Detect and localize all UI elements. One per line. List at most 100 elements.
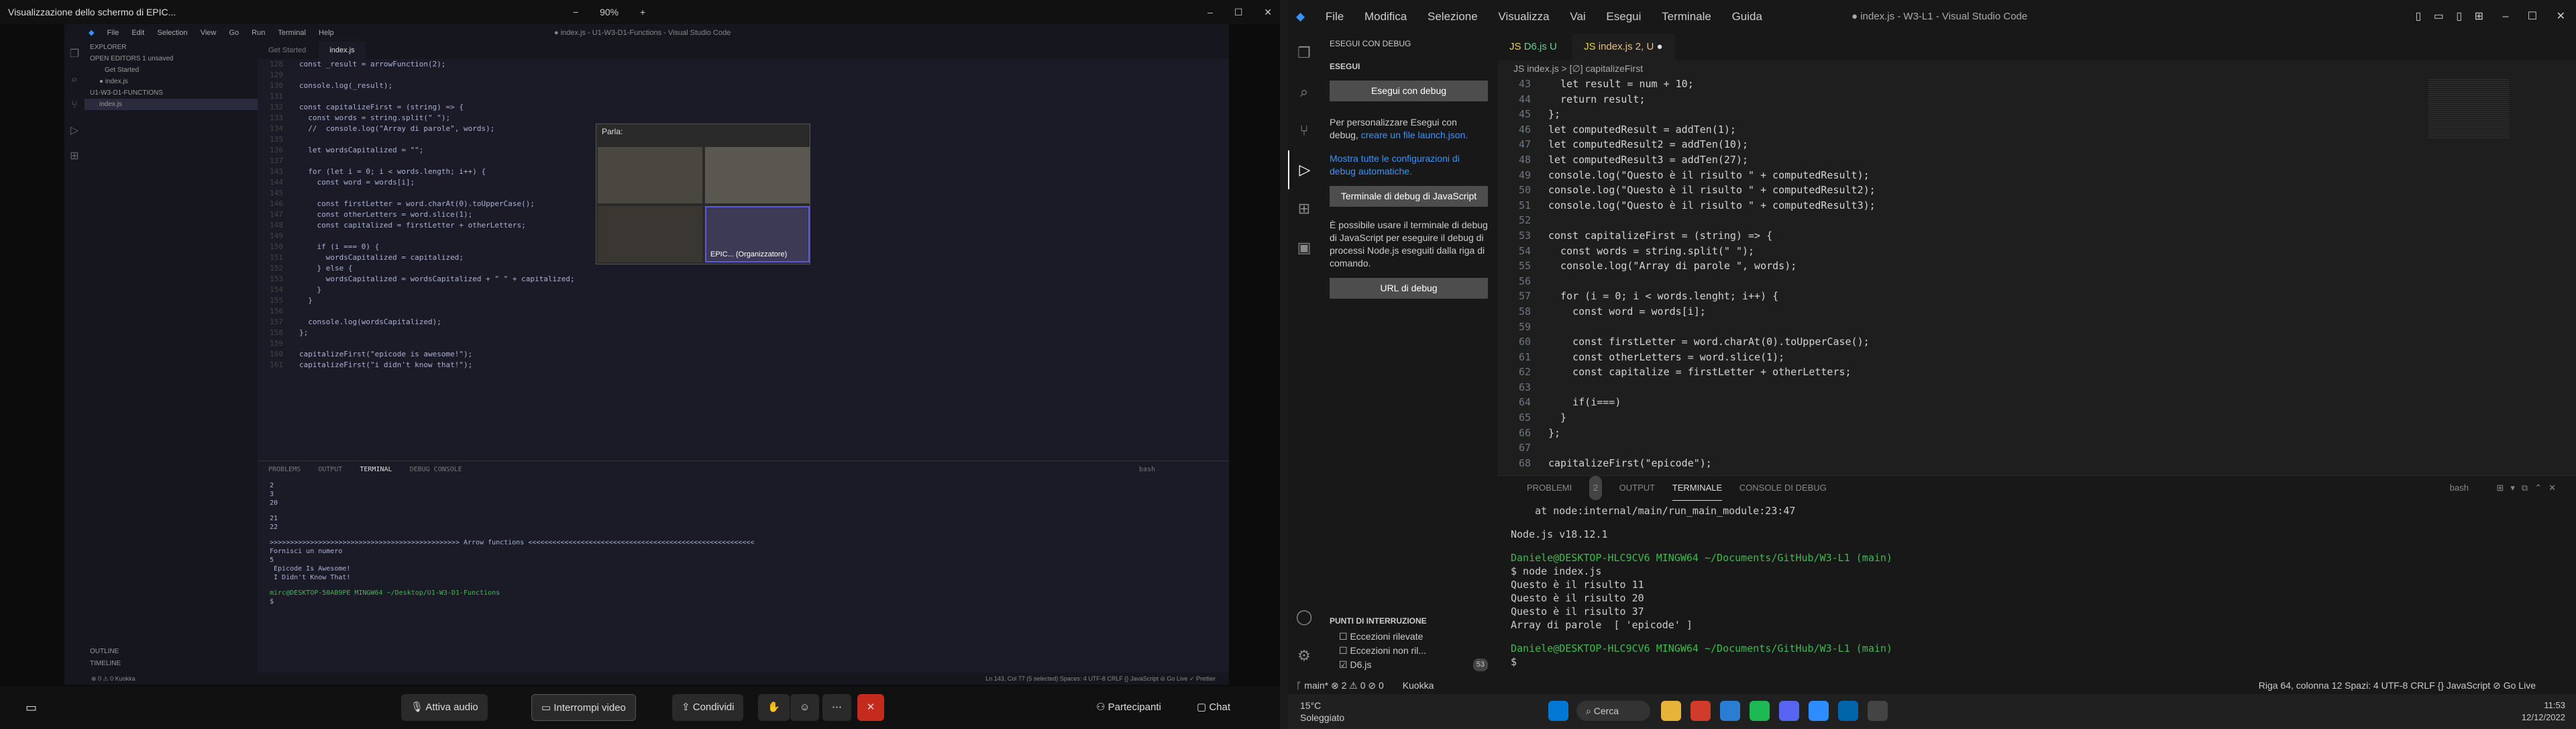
file-index[interactable]: index.js	[85, 99, 258, 110]
code-line[interactable]: 157 console.log(wordsCapitalized);	[258, 317, 1229, 328]
code-line[interactable]: 156	[258, 306, 1229, 317]
code-line[interactable]: 53 const capitalizeFirst = (string) => {	[1497, 228, 2423, 244]
code-line[interactable]: 66};	[1497, 426, 2423, 441]
vscode-icon[interactable]	[1838, 701, 1858, 721]
account-icon[interactable]: ◯	[1288, 597, 1320, 636]
breakpoints-header[interactable]: PUNTI DI INTERRUZIONE	[1320, 612, 1497, 630]
menu-selezione[interactable]: Selezione	[1428, 0, 1478, 34]
tab-index[interactable]: index.js	[319, 42, 366, 59]
code-line[interactable]: 65 }	[1497, 410, 2423, 426]
code-line[interactable]: 158};	[258, 328, 1229, 338]
outline-header[interactable]: OUTLINE	[85, 646, 124, 657]
status-left[interactable]: ⊗ 0 ⚠ 0 Kuokka	[91, 675, 136, 682]
code-line[interactable]: 43 let result = num + 10;	[1497, 77, 2423, 92]
video-button[interactable]: ▭ Interrompi video	[531, 694, 636, 721]
code-line[interactable]: 153 wordsCapitalized = wordsCapitalized …	[258, 274, 1229, 285]
layout-icon[interactable]: ⊞	[2475, 11, 2483, 22]
video-tile[interactable]	[598, 147, 702, 203]
code-line[interactable]: 49 console.log("Questo è il risulto " + c…	[1497, 168, 2423, 183]
menu-help[interactable]: Help	[319, 24, 334, 42]
weather-widget[interactable]: 15°C Soleggiato	[1300, 699, 1360, 724]
status-left[interactable]: ᚴ main* ⊗ 2 ⚠ 0 ⊘ 0	[1296, 680, 1384, 691]
tab-problems[interactable]: PROBLEMS	[268, 461, 301, 479]
code-line[interactable]: 62 const capitalize = firstLetter + othe…	[1497, 364, 2423, 380]
tab-terminal[interactable]: TERMINAL	[360, 461, 392, 479]
code-line[interactable]: 54 const words = string.split(" ");	[1497, 244, 2423, 259]
chat-button[interactable]: ▢ Chat	[1187, 694, 1240, 721]
tab-output[interactable]: OUTPUT	[1619, 476, 1655, 500]
source-control-icon[interactable]: ⑂	[1288, 111, 1320, 150]
file-explorer-icon[interactable]	[1661, 701, 1681, 721]
minimap[interactable]	[2423, 70, 2576, 473]
tab-index[interactable]: JS index.js 2, U ●	[1572, 34, 1675, 60]
status-right[interactable]: Ln 143, Col 77 (5 selected) Spaces: 4 UT…	[985, 673, 1216, 685]
more-button[interactable]: ⋯	[822, 694, 851, 721]
run-section-header[interactable]: ESEGUI	[1320, 52, 1497, 75]
menu-terminal[interactable]: Terminal	[278, 24, 306, 42]
zoom-in-button[interactable]: +	[640, 7, 645, 17]
reactions-button[interactable]: ☺	[790, 694, 820, 721]
menu-terminale[interactable]: Terminale	[1662, 0, 1711, 34]
code-line[interactable]: 130 console.log(_result);	[258, 81, 1229, 91]
open-editor-get-started[interactable]: Get Started	[85, 64, 258, 76]
zoom-out-button[interactable]: −	[573, 7, 578, 17]
hangup-button[interactable]: ✕	[857, 694, 884, 721]
show-configs-link[interactable]: Mostra tutte le configurazioni di debug …	[1320, 144, 1497, 181]
menu-visualizza[interactable]: Visualizza	[1498, 0, 1549, 34]
tab-debug-console[interactable]: DEBUG CONSOLE	[410, 461, 462, 479]
extensions-icon[interactable]: ⊞	[1288, 189, 1320, 228]
settings-gear-icon[interactable]: ⚙	[1288, 636, 1320, 675]
run-debug-icon[interactable]: ▷	[64, 118, 85, 144]
run-debug-button[interactable]: Esegui con debug	[1330, 81, 1488, 101]
code-line[interactable]: 56	[1497, 274, 2423, 289]
explorer-icon[interactable]: ❐	[1288, 34, 1320, 72]
discord-icon[interactable]	[1779, 701, 1799, 721]
search-icon[interactable]: ⌕	[1288, 72, 1320, 111]
code-line[interactable]: 48 let computedResult3 = addTen(27);	[1497, 152, 2423, 168]
menu-file[interactable]: File	[107, 24, 119, 42]
toggle-panel-icon[interactable]: ▭	[2434, 11, 2444, 22]
code-line[interactable]: 67	[1497, 440, 2423, 456]
video-gallery[interactable]: Parla: EPIC... (Organizzatore)	[596, 124, 810, 264]
mute-button[interactable]: 🎙︎ Attiva audio	[401, 694, 488, 721]
code-line[interactable]: 129	[258, 70, 1229, 81]
tab-problems[interactable]: PROBLEMI 2	[1512, 476, 1603, 500]
code-line[interactable]: 45};	[1497, 107, 2423, 122]
toggle-sidebar-icon[interactable]: ▯	[2415, 11, 2421, 22]
terminal-shell-label[interactable]: bash	[1139, 461, 1155, 479]
video-tile[interactable]	[705, 147, 810, 203]
zoom-icon[interactable]	[1809, 701, 1829, 721]
code-line[interactable]: 155 }	[258, 295, 1229, 306]
terminal-output[interactable]: at node:internal/main/run_main_module:23…	[1497, 500, 2576, 673]
menu-run[interactable]: Run	[252, 24, 265, 42]
close-button[interactable]: ✕	[2557, 11, 2565, 22]
code-line[interactable]: 133 const words = string.split(" ");	[258, 113, 1229, 124]
code-line[interactable]: 61 const otherLetters = word.slice(1);	[1497, 350, 2423, 365]
spotify-icon[interactable]	[1750, 701, 1770, 721]
code-line[interactable]: 55 console.log("Array di parole ", words…	[1497, 258, 2423, 274]
shared-terminal-output[interactable]: 2 3 20 21 22 >>>>>>>>>>>>>>>>>>>>>>>>>>>>>>>>…	[258, 479, 1229, 609]
code-line[interactable]: 59	[1497, 320, 2423, 335]
tab-debug-console[interactable]: CONSOLE DI DEBUG	[1739, 476, 1827, 500]
share-button[interactable]: ⇪ Condividi	[672, 694, 744, 721]
minimize-button[interactable]: –	[2502, 11, 2508, 22]
extensions-icon[interactable]: ⊞	[64, 144, 85, 169]
tab-get-started[interactable]: Get Started	[258, 42, 317, 59]
run-debug-icon[interactable]: ▷	[1288, 150, 1320, 189]
video-tile-active[interactable]: EPIC... (Organizzatore)	[705, 206, 810, 262]
search-icon[interactable]: ⌕	[64, 67, 85, 93]
menu-go[interactable]: Go	[229, 24, 239, 42]
menu-file[interactable]: File	[1326, 0, 1344, 34]
terminal-shell-label[interactable]: bash	[2450, 476, 2469, 500]
shared-code-editor[interactable]: 128 const _result = arrowFunction(2); 129 1…	[258, 59, 1229, 477]
create-launch-link[interactable]: creare un file launch.json.	[1361, 130, 1468, 140]
js-debug-terminal-button[interactable]: Terminale di debug di JavaScript	[1330, 186, 1488, 207]
menu-esegui[interactable]: Esegui	[1606, 0, 1641, 34]
code-line[interactable]: 152 } else {	[258, 263, 1229, 274]
code-line[interactable]: 161 capitalizeFirst("i didn't know that!"…	[258, 360, 1229, 371]
checkbox[interactable]: ☐	[1339, 645, 1350, 656]
menu-view[interactable]: View	[201, 24, 217, 42]
status-right[interactable]: Riga 64, colonna 12 Spazi: 4 UTF-8 CRLF …	[2259, 677, 2536, 694]
source-control-icon[interactable]: ⑂	[64, 93, 85, 118]
code-line[interactable]: 58 const word = words[i];	[1497, 304, 2423, 320]
